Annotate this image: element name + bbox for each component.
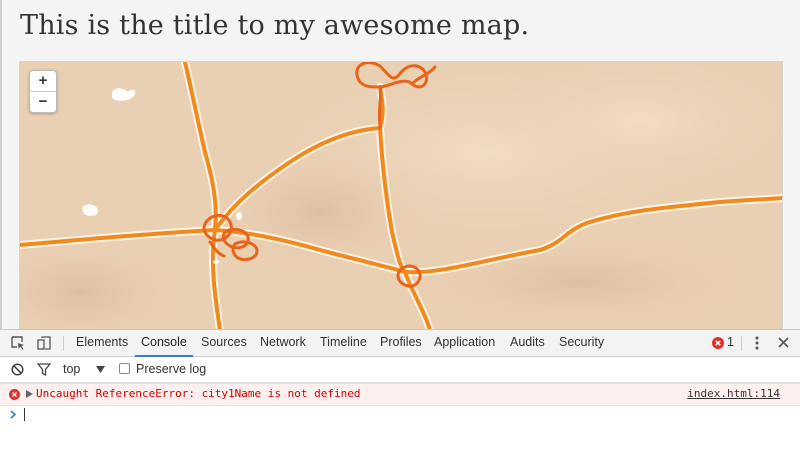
tab-separator	[741, 336, 742, 351]
map-tiles	[20, 62, 782, 330]
console-message-error: Uncaught ReferenceError: city1Name is no…	[0, 383, 800, 406]
prompt-chevron-icon	[10, 410, 17, 419]
more-vert-icon[interactable]	[752, 335, 762, 351]
error-icon	[9, 389, 20, 400]
device-toolbar-icon[interactable]	[36, 335, 52, 351]
error-count[interactable]: 1	[727, 330, 734, 356]
tab-security[interactable]: Security	[559, 330, 604, 356]
filter-icon[interactable]	[37, 363, 51, 376]
tab-sources[interactable]: Sources	[201, 330, 247, 356]
inspect-element-icon[interactable]	[10, 335, 26, 351]
clear-console-icon[interactable]	[11, 363, 24, 376]
error-source-link[interactable]: index.html:114	[687, 387, 780, 400]
error-message: Uncaught ReferenceError: city1Name is no…	[36, 387, 361, 400]
map[interactable]: + −	[19, 61, 783, 331]
console-toolbar: top Preserve log	[0, 357, 800, 383]
tab-separator	[63, 336, 64, 351]
devtools-panel: Elements Console Sources Network Timelin…	[0, 329, 800, 455]
close-icon[interactable]	[777, 336, 790, 349]
console-prompt[interactable]	[0, 405, 800, 425]
tab-console[interactable]: Console	[135, 330, 193, 357]
expand-arrow-icon[interactable]	[26, 390, 33, 398]
tab-audits[interactable]: Audits	[510, 330, 545, 356]
zoom-out-button[interactable]: −	[30, 91, 56, 112]
zoom-in-button[interactable]: +	[30, 71, 56, 91]
page-title: This is the title to my awesome map.	[20, 10, 530, 41]
zoom-control: + −	[29, 70, 57, 113]
error-icon[interactable]	[712, 337, 724, 349]
dropdown-arrow-icon[interactable]	[96, 366, 105, 373]
context-selector[interactable]: top	[63, 362, 80, 376]
tab-profiles[interactable]: Profiles	[380, 330, 422, 356]
tab-timeline[interactable]: Timeline	[320, 330, 367, 356]
preserve-log-label[interactable]: Preserve log	[136, 362, 206, 376]
text-cursor	[24, 408, 25, 421]
devtools-tab-bar: Elements Console Sources Network Timelin…	[0, 330, 800, 357]
tab-application[interactable]: Application	[434, 330, 495, 356]
preserve-log-checkbox[interactable]	[119, 363, 130, 374]
tab-elements[interactable]: Elements	[76, 330, 128, 356]
tab-network[interactable]: Network	[260, 330, 306, 356]
